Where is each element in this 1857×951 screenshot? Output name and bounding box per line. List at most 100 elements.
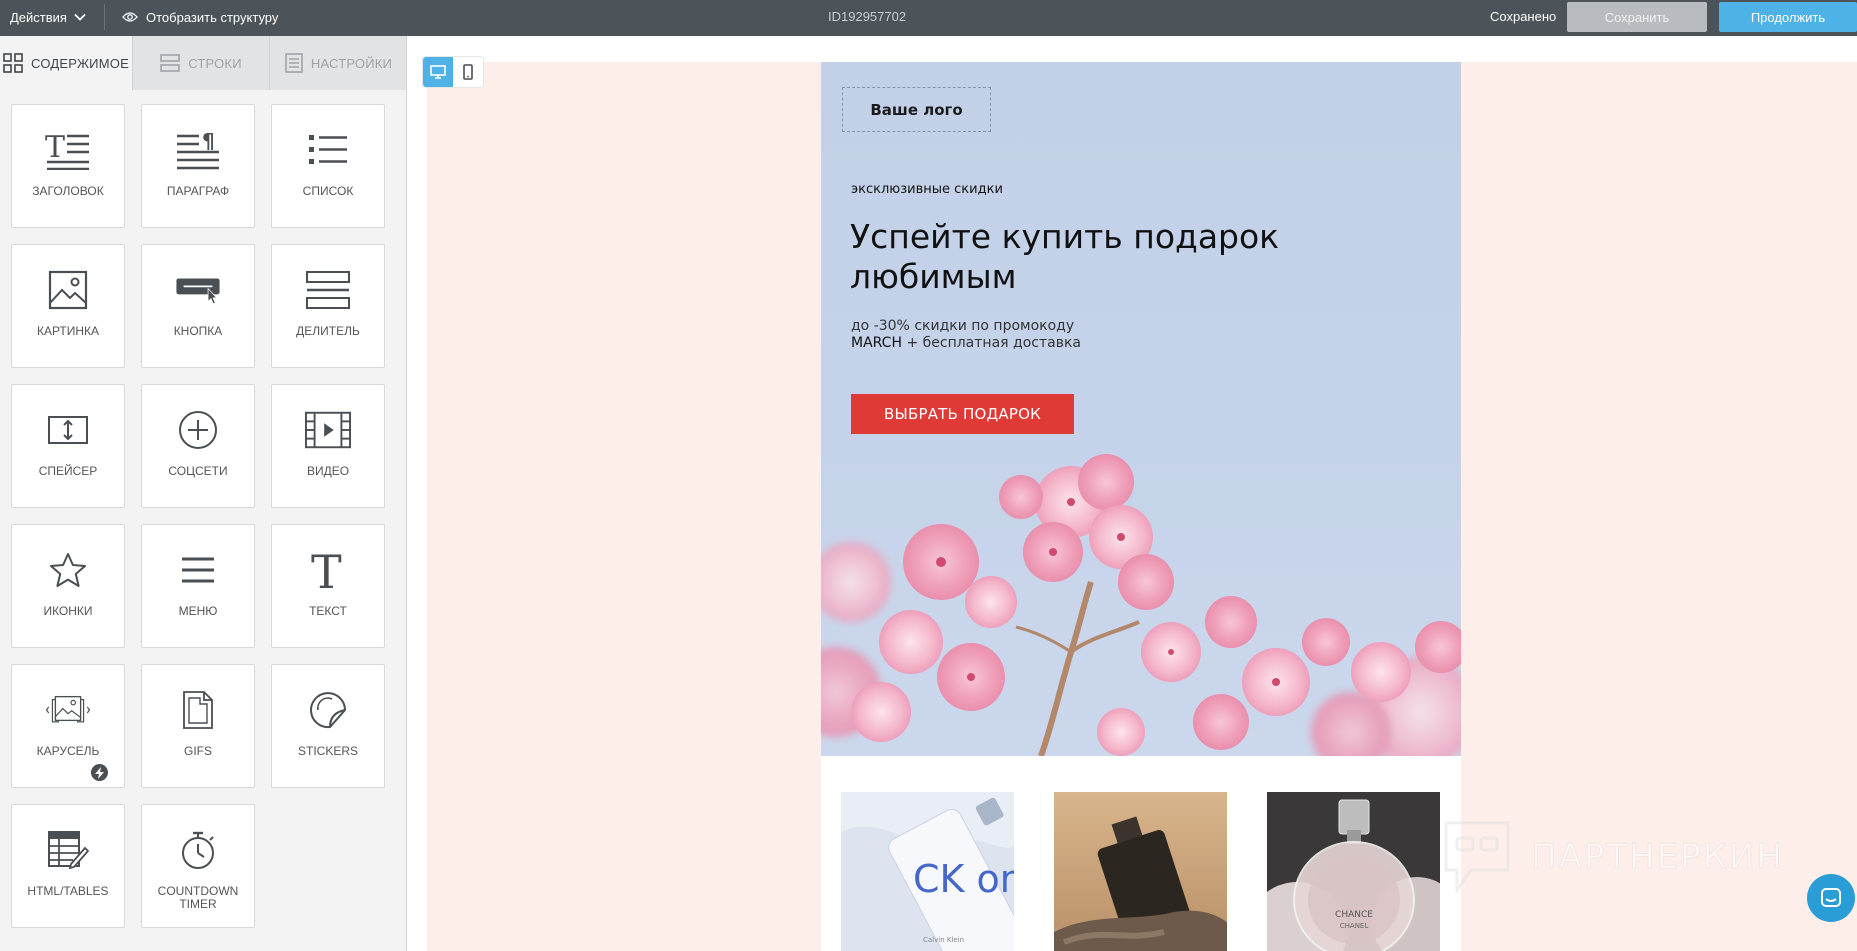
products-row[interactable]: CK one Calvin Klein CHANCE CHAN (821, 756, 1461, 951)
block-heading[interactable]: T ЗАГОЛОВОК (11, 104, 125, 228)
block-label: СПЕЙСЕР (38, 464, 98, 478)
spacer-icon (48, 416, 88, 444)
block-image[interactable]: КАРТИНКА (11, 244, 125, 368)
block-icons[interactable]: ИКОНКИ (11, 524, 125, 648)
block-stickers[interactable]: STICKERS (271, 664, 385, 788)
actions-label: Действия (10, 9, 67, 25)
product-sub-chanel: CHANEL (1340, 922, 1369, 930)
block-label: HTML/TABLES (27, 884, 109, 898)
top-toolbar: Действия Отобразить структуру ID19295770… (0, 0, 1857, 36)
block-label: КНОПКА (173, 324, 223, 338)
block-label: СПИСОК (302, 184, 354, 198)
toolbar-divider (104, 4, 105, 30)
promo-text[interactable]: до -30% скидки по промокоду MARCH + бесп… (851, 318, 1081, 352)
star-icon (50, 553, 86, 587)
image-icon (48, 270, 88, 310)
block-label: МЕНЮ (178, 604, 218, 618)
promo-line-2: MARCH + бесплатная доставка (851, 335, 1081, 352)
sidebar-tabs: СОДЕРЖИМОЕ СТРОКИ НАСТРОЙКИ (0, 36, 406, 90)
block-label: ВИДЕО (306, 464, 350, 478)
block-list[interactable]: СПИСОК (271, 104, 385, 228)
svg-text:T: T (45, 130, 65, 165)
cherry-blossom-image[interactable] (821, 442, 1461, 756)
block-html-tables[interactable]: HTML/TABLES (11, 804, 125, 928)
product-image-ck-one[interactable]: CK one Calvin Klein (841, 792, 1014, 951)
content-blocks-grid: T ЗАГОЛОВОК ¶ ПАРАГРАФ СПИСОК КАРТИНКА К… (11, 104, 386, 928)
carousel-icon (45, 695, 91, 723)
bolt-icon (91, 764, 108, 781)
block-spacer[interactable]: СПЕЙСЕР (11, 384, 125, 508)
html-tables-icon (48, 831, 89, 870)
block-label: ПАРАГРАФ (166, 184, 230, 198)
saved-status: Сохранено (1490, 9, 1557, 24)
rows-icon (160, 54, 181, 72)
mobile-icon (463, 64, 473, 80)
block-button[interactable]: КНОПКА (141, 244, 255, 368)
paragraph-icon: ¶ (177, 130, 219, 170)
grid-icon (3, 53, 23, 73)
tab-rows-label: СТРОКИ (188, 55, 242, 71)
tab-settings-label: НАСТРОЙКИ (310, 55, 393, 71)
eyebrow-text[interactable]: эксклюзивные скидки (851, 182, 1003, 197)
promo-line-1: до -30% скидки по промокоду (851, 318, 1075, 334)
cta-button[interactable]: ВЫБРАТЬ ПОДАРОК (851, 394, 1074, 434)
block-social[interactable]: СОЦСЕТИ (141, 384, 255, 508)
product-sub-ck: Calvin Klein (923, 936, 964, 944)
hero-section[interactable]: Ваше лого эксклюзивные скидки Успейте ку… (821, 62, 1461, 756)
tab-content-label: СОДЕРЖИМОЕ (31, 55, 129, 71)
social-icon (179, 411, 217, 449)
block-carousel[interactable]: КАРУСЕЛЬ (11, 664, 125, 788)
product-image-middle[interactable] (1054, 792, 1227, 951)
tab-settings[interactable]: НАСТРОЙКИ (270, 36, 406, 90)
headline[interactable]: Успейте купить подарок любимым (850, 217, 1410, 297)
view-mode-toggle (423, 57, 483, 87)
promo-code: MARCH (851, 335, 902, 351)
desktop-icon (430, 65, 446, 79)
actions-dropdown[interactable]: Действия (10, 0, 87, 34)
chat-launcher[interactable] (1807, 874, 1855, 922)
block-divider[interactable]: ДЕЛИТЕЛЬ (271, 244, 385, 368)
svg-text:T: T (311, 548, 342, 592)
editor-canvas: Ваше лого эксклюзивные скидки Успейте ку… (408, 36, 1857, 951)
block-gifs[interactable]: GIFS (141, 664, 255, 788)
tab-rows[interactable]: СТРОКИ (133, 36, 270, 90)
chevron-down-icon (74, 13, 86, 21)
heading-icon: T (45, 130, 89, 170)
stickers-icon (310, 692, 347, 729)
email-body[interactable]: Ваше лого эксклюзивные скидки Успейте ку… (821, 62, 1461, 951)
button-icon (176, 278, 220, 305)
show-structure-toggle[interactable]: Отобразить структуру (122, 0, 278, 34)
save-button[interactable]: Сохранить (1567, 2, 1707, 32)
product-brand-chance: CHANCE (1335, 910, 1373, 920)
block-label: КАРУСЕЛЬ (36, 744, 100, 758)
eye-icon (122, 12, 138, 22)
block-text[interactable]: T ТЕКСТ (271, 524, 385, 648)
svg-text:¶: ¶ (202, 130, 215, 153)
block-label: COUNTDOWN TIMER (157, 884, 239, 911)
desktop-view-button[interactable] (423, 57, 453, 87)
block-label: ИКОНКИ (43, 604, 93, 618)
block-paragraph[interactable]: ¶ ПАРАГРАФ (141, 104, 255, 228)
logo-placeholder[interactable]: Ваше лого (842, 87, 991, 132)
continue-button[interactable]: Продолжить (1719, 2, 1857, 32)
menu-icon (182, 557, 214, 583)
block-label: ДЕЛИТЕЛЬ (296, 324, 360, 338)
block-label: ТЕКСТ (309, 604, 347, 618)
content-sidebar: СОДЕРЖИМОЕ СТРОКИ НАСТРОЙКИ T ЗАГОЛОВОК … (0, 36, 407, 951)
block-label: СОЦСЕТИ (168, 464, 228, 478)
show-structure-label: Отобразить структуру (146, 9, 279, 25)
mobile-view-button[interactable] (453, 57, 483, 87)
promo-line-2-rest: + бесплатная доставка (902, 335, 1081, 351)
list-icon (309, 135, 347, 164)
block-countdown-timer[interactable]: COUNTDOWN TIMER (141, 804, 255, 928)
template-id: ID192957702 (828, 9, 907, 24)
block-menu[interactable]: МЕНЮ (141, 524, 255, 648)
text-icon: T (311, 548, 342, 592)
block-video[interactable]: ВИДЕО (271, 384, 385, 508)
block-label: КАРТИНКА (36, 324, 100, 338)
chat-icon (1821, 888, 1841, 907)
tab-content[interactable]: СОДЕРЖИМОЕ (0, 36, 133, 90)
timer-icon (182, 831, 214, 869)
video-icon (305, 411, 351, 449)
product-image-chanel[interactable]: CHANCE CHANEL (1267, 792, 1440, 951)
